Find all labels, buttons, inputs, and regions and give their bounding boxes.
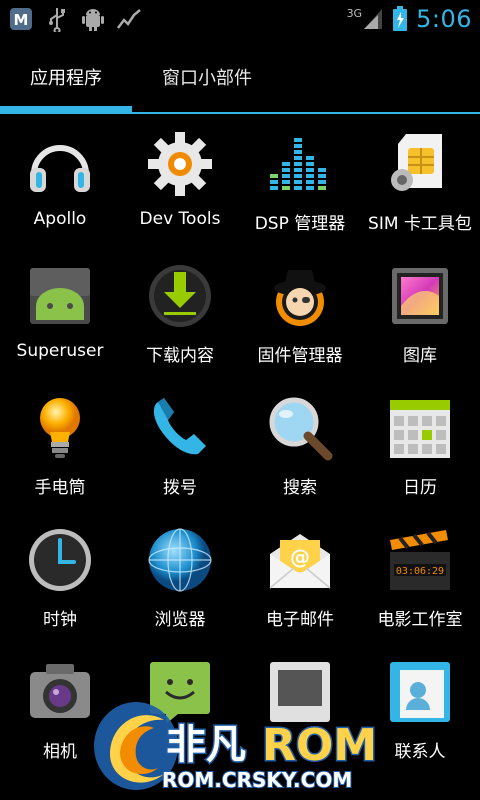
- clock-icon: [29, 529, 91, 591]
- app-movie-studio[interactable]: 03:06:29 电影工作室: [360, 512, 480, 644]
- app-label: 固件管理器: [257, 346, 343, 366]
- app-label: 图库: [403, 346, 437, 366]
- app-label: Dev Tools: [139, 209, 221, 229]
- tab-divider: [0, 112, 480, 114]
- app-calendar[interactable]: 日历: [360, 380, 480, 512]
- activity-graph-icon: [117, 9, 141, 29]
- app-search[interactable]: 搜索: [240, 380, 360, 512]
- equalizer-icon: [270, 138, 326, 190]
- lightbulb-icon: [40, 398, 80, 458]
- app-dev-tools[interactable]: Dev Tools: [120, 116, 240, 248]
- launcher-tabs: 应用程序 窗口小部件: [0, 38, 480, 116]
- tab-widgets[interactable]: 窗口小部件: [162, 64, 252, 90]
- svg-text:03:06:29: 03:06:29: [396, 566, 444, 577]
- clapperboard-icon: 03:06:29: [390, 530, 450, 590]
- app-label: DSP 管理器: [254, 214, 346, 234]
- sim-card-icon: [391, 134, 442, 191]
- app-gallery[interactable]: 图库: [360, 248, 480, 380]
- clock-time: 5:06: [416, 5, 472, 33]
- gallery-icon: [392, 268, 448, 324]
- signal-icon: [364, 9, 383, 29]
- app-label: Superuser: [16, 341, 104, 361]
- app-label: SIM 卡工具包: [368, 214, 472, 234]
- globe-icon: [148, 528, 212, 592]
- app-label: 电影工作室: [377, 610, 463, 630]
- watermark-url-text: ROM.CRSKY.COM: [162, 768, 352, 792]
- crsky-rom-watermark-logo: 非凡 ROM ROM.CRSKY.COM: [94, 702, 379, 793]
- rom-manager-icon: [274, 270, 326, 326]
- battery-icon: [393, 6, 408, 31]
- magnifier-icon: [269, 397, 333, 461]
- app-dsp-manager[interactable]: DSP 管理器: [240, 116, 360, 248]
- svg-text:@: @: [290, 545, 310, 569]
- app-label: Apollo: [33, 209, 87, 229]
- app-apollo[interactable]: Apollo: [0, 116, 120, 248]
- network-type-label: 3G: [346, 6, 363, 20]
- notification-icons: M: [8, 6, 142, 32]
- app-clock[interactable]: 时钟: [0, 512, 120, 644]
- app-email[interactable]: @ 电子邮件: [240, 512, 360, 644]
- email-icon: @: [269, 534, 331, 589]
- superuser-android-icon: [30, 268, 90, 324]
- app-label: 浏览器: [154, 610, 206, 630]
- app-label: 手电筒: [34, 478, 86, 498]
- calendar-icon: [390, 400, 450, 458]
- app-flashlight[interactable]: 手电筒: [0, 380, 120, 512]
- app-label: 日历: [403, 478, 437, 498]
- svg-text:M: M: [14, 11, 29, 29]
- app-label: 电子邮件: [266, 610, 334, 630]
- app-superuser[interactable]: Superuser: [0, 248, 120, 380]
- app-label: 下载内容: [146, 346, 214, 366]
- app-sim-toolkit[interactable]: SIM 卡工具包: [360, 116, 480, 248]
- app-notification-icon: M: [10, 8, 32, 30]
- download-icon: [149, 265, 211, 327]
- app-downloads[interactable]: 下载内容: [120, 248, 240, 380]
- phone-icon: [153, 398, 206, 455]
- tab-apps[interactable]: 应用程序: [30, 64, 102, 90]
- app-browser[interactable]: 浏览器: [120, 512, 240, 644]
- watermark-rom-text: ROM: [262, 720, 377, 771]
- status-bar: M 3G 5:06: [0, 0, 480, 38]
- usb-icon: [49, 8, 65, 32]
- dev-tools-gear-icon: [148, 132, 212, 196]
- app-label: 拨号: [163, 478, 197, 498]
- app-label: 时钟: [43, 610, 77, 630]
- headphones-icon: [30, 145, 90, 192]
- app-rom-manager[interactable]: 固件管理器: [240, 248, 360, 380]
- android-debug-icon: [82, 9, 104, 31]
- app-dialer[interactable]: 拨号: [120, 380, 240, 512]
- system-status-icons: 3G 5:06: [347, 2, 472, 36]
- watermark-brand-text: 非凡: [166, 722, 246, 768]
- app-label: 搜索: [283, 478, 317, 498]
